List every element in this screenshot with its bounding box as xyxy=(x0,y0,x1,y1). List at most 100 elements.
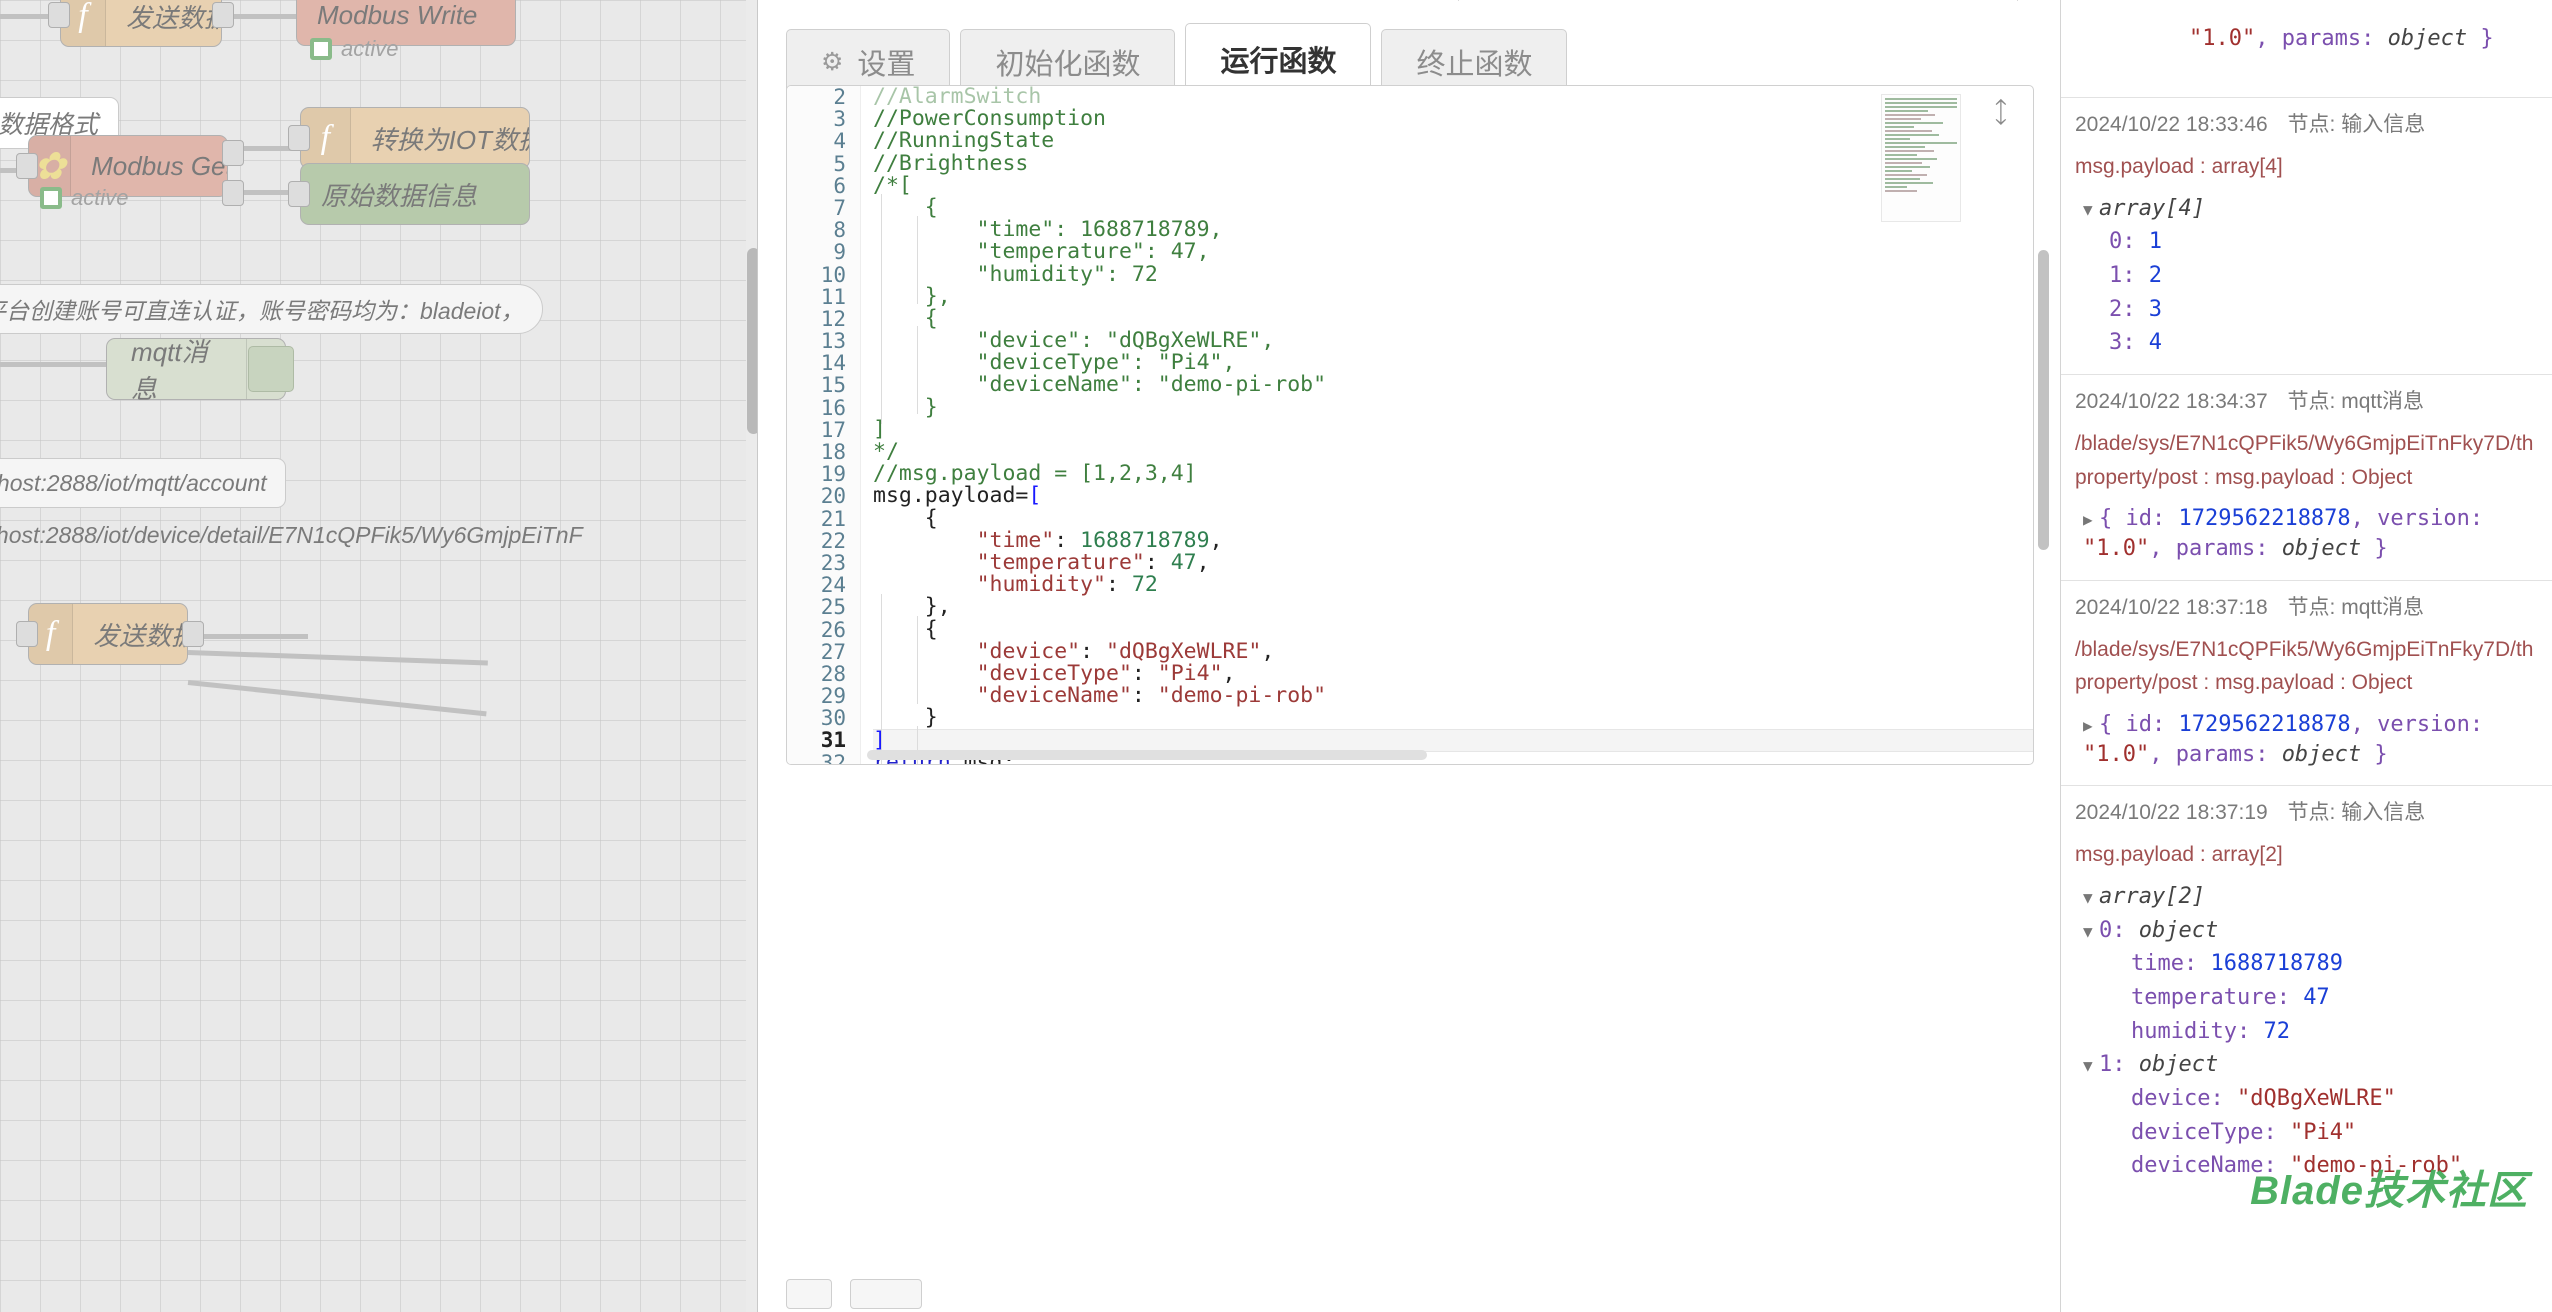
dialog-scrollbar-thumb[interactable] xyxy=(2038,250,2049,550)
debug-tree-item: humidity: 72 xyxy=(2131,1018,2290,1044)
editor-code-line[interactable]: "deviceName": "demo-pi-rob" xyxy=(873,684,2033,707)
editor-code-line[interactable]: }, xyxy=(873,596,2033,618)
tab-label: 设置 xyxy=(857,49,916,81)
debug-message-body: ▼ array[2] ▼ 0: object time: 1688718789 te… xyxy=(2075,880,2538,1183)
editor-code-line[interactable]: } xyxy=(873,396,2033,419)
editor-code-line[interactable]: }, xyxy=(873,285,2033,308)
editor-code-line[interactable]: "temperature": 47, xyxy=(873,551,2033,574)
indent-guide xyxy=(881,594,882,764)
editor-code-line[interactable]: //msg.payload = [1,2,3,4] xyxy=(873,463,2033,485)
editor-code-line[interactable]: "device": "dQBgXeWLRE", xyxy=(873,329,2033,352)
debug-message[interactable]: 2024/10/22 18:37:18 节点: mqtt消息 /blade/sy… xyxy=(2061,581,2552,787)
flow-canvas[interactable]: f 发送数据 Modbus Write active 换数据格式 ✿ Modbu… xyxy=(0,0,760,1312)
chevron-down-icon[interactable]: ▼ xyxy=(2083,887,2099,909)
debug-tree-root[interactable]: ▼ array[4] xyxy=(2083,192,2538,226)
editor-minimap[interactable] xyxy=(1881,94,1961,222)
editor-line-number: 3 xyxy=(833,107,846,132)
editor-line-number: 12 xyxy=(820,306,846,331)
debug-tree-collapsed[interactable]: ▶{ id: 1729562218878, version: "1.0", pa… xyxy=(2083,502,2538,565)
editor-line-number: 4 xyxy=(833,129,846,154)
editor-code-line[interactable]: { xyxy=(873,307,2033,330)
debug-node-label: 节点: 输入信息 xyxy=(2287,113,2426,137)
tab-label: 终止函数 xyxy=(1416,49,1533,81)
editor-code-line[interactable]: */ xyxy=(873,440,2033,463)
debug-tree-root[interactable]: ▼ array[2] xyxy=(2083,880,2538,914)
debug-tree-item: device: "dQBgXeWLRE" xyxy=(2131,1085,2396,1111)
editor-code-line[interactable]: ] xyxy=(873,729,2033,752)
chevron-down-icon[interactable]: ▼ xyxy=(2083,921,2099,943)
editor-code-line[interactable]: { xyxy=(873,507,2033,530)
editor-line-number: 25 xyxy=(820,595,846,620)
debug-timestamp: 2024/10/22 18:34:37 xyxy=(2075,390,2268,414)
editor-code-line[interactable]: /*[ xyxy=(873,174,2033,197)
debug-tree-item: deviceType: "Pi4" xyxy=(2131,1119,2357,1145)
editor-line-number: 30 xyxy=(820,706,846,731)
dialog-footer-button-1[interactable] xyxy=(786,1279,832,1309)
debug-topic: msg.payload : array[2] xyxy=(2075,843,2283,867)
debug-tree-item: 1: 2 xyxy=(2109,263,2162,289)
debug-topic: msg.payload : array[4] xyxy=(2075,155,2283,179)
debug-message[interactable]: 2024/10/22 18:37:19 节点: 输入信息 msg.payload… xyxy=(2061,786,2552,1197)
editor-code-line[interactable]: "deviceType": "Pi4", xyxy=(873,662,2033,685)
chevron-right-icon[interactable]: ▶ xyxy=(2083,715,2099,737)
editor-code-line[interactable]: "time": 1688718789, xyxy=(873,529,2033,552)
editor-line-number: 18 xyxy=(820,440,846,464)
editor-code-line[interactable]: msg.payload=[ xyxy=(873,485,2033,507)
chevron-right-icon[interactable]: ▶ xyxy=(2083,509,2099,531)
debug-message-header: 2024/10/22 18:34:37 节点: mqtt消息 xyxy=(2075,385,2538,415)
debug-message-body: ▶{ id: 1729562218878, version: "1.0", pa… xyxy=(2075,502,2538,565)
modal-backdrop xyxy=(0,0,760,1312)
editor-code-line[interactable]: "deviceName": "demo-pi-rob" xyxy=(873,374,2033,396)
debug-topic-line1: /blade/sys/E7N1cQPFik5/Wy6GmjpEiTnFky7D/… xyxy=(2075,637,2534,661)
debug-message-body: "1.0", params: object } xyxy=(2188,25,2494,51)
editor-code-line[interactable]: "device": "dQBgXeWLRE", xyxy=(873,640,2033,663)
debug-tree-object[interactable]: ▼ 1: object xyxy=(2083,1048,2538,1082)
editor-line-number: 32 xyxy=(820,750,846,765)
debug-tree-item: temperature: 47 xyxy=(2131,984,2330,1010)
editor-code-line[interactable]: "humidity": 72 xyxy=(873,573,2033,596)
editor-code-line[interactable]: //RunningState xyxy=(873,130,2033,152)
editor-code-line[interactable]: "humidity": 72 xyxy=(873,263,2033,286)
editor-line-number: 19 xyxy=(820,462,846,487)
editor-line-number: 8 xyxy=(833,218,846,243)
editor-code-line[interactable]: ] xyxy=(873,418,2033,441)
editor-code-line[interactable]: //PowerConsumption xyxy=(873,108,2033,130)
debug-topic-line1: /blade/sys/E7N1cQPFik5/Wy6GmjpEiTnFky7D/… xyxy=(2075,432,2534,456)
editor-code-line[interactable]: { xyxy=(873,618,2033,641)
editor-line-number: 14 xyxy=(820,351,846,376)
indent-guide xyxy=(917,216,918,304)
debug-topic-line2: property/post : msg.payload : Object xyxy=(2075,465,2413,489)
editor-line-number: 11 xyxy=(820,284,846,309)
editor-code-line[interactable]: //Brightness xyxy=(873,152,2033,175)
debug-node-label: 节点: 输入信息 xyxy=(2287,801,2426,825)
debug-tree-item: time: 1688718789 xyxy=(2131,951,2343,977)
editor-code-line[interactable]: } xyxy=(873,707,2033,729)
editor-horizontal-scrollbar[interactable] xyxy=(867,750,1427,760)
editor-code-line[interactable]: "deviceType": "Pi4", xyxy=(873,352,2033,374)
debug-tree-collapsed[interactable]: ▶{ id: 1729562218878, version: "1.0", pa… xyxy=(2083,708,2538,771)
debug-message[interactable]: 2024/10/22 18:34:37 节点: mqtt消息 /blade/sy… xyxy=(2061,375,2552,581)
editor-code-line[interactable]: "time": 1688718789, xyxy=(873,219,2033,241)
debug-tree-item: 2: 3 xyxy=(2109,296,2162,322)
editor-line-number: 24 xyxy=(820,573,846,598)
debug-node-label: 节点: mqtt消息 xyxy=(2287,390,2425,414)
editor-code-line[interactable]: { xyxy=(873,196,2033,219)
debug-tree-object[interactable]: ▼ 0: object xyxy=(2083,914,2538,948)
chevron-down-icon[interactable]: ▼ xyxy=(2083,199,2099,221)
code-editor[interactable]: 2 3 4 5 6 7 8 9 10 11 12 13 14 15 16 17 18 19 20 21 22 23 24 25… xyxy=(786,85,2034,765)
chevron-down-icon[interactable]: ▼ xyxy=(2083,1055,2099,1077)
editor-line-number: 2 xyxy=(833,86,846,109)
editor-line-number: 21 xyxy=(820,506,846,531)
editor-code-area[interactable]: //AlarmSwitch//PowerConsumption//Running… xyxy=(861,86,2033,764)
dialog-header-strip xyxy=(1458,0,2018,1)
debug-message-partial[interactable]: "1.0", params: object } xyxy=(2061,0,2552,99)
editor-line-number: 9 xyxy=(833,240,846,265)
dialog-footer-button-2[interactable] xyxy=(850,1279,922,1309)
debug-message[interactable]: 2024/10/22 18:33:46 节点: 输入信息 msg.payload… xyxy=(2061,98,2552,376)
editor-code-line[interactable]: "temperature": 47, xyxy=(873,241,2033,263)
editor-code-line[interactable]: //AlarmSwitch xyxy=(873,86,2033,108)
debug-sidebar[interactable]: "1.0", params: object } 2024/10/22 18:33… xyxy=(2060,0,2552,1312)
debug-message-header: 2024/10/22 18:33:46 节点: 输入信息 xyxy=(2075,108,2538,138)
editor-line-number: 26 xyxy=(820,617,846,642)
debug-message-header: 2024/10/22 18:37:19 节点: 输入信息 xyxy=(2075,796,2538,826)
